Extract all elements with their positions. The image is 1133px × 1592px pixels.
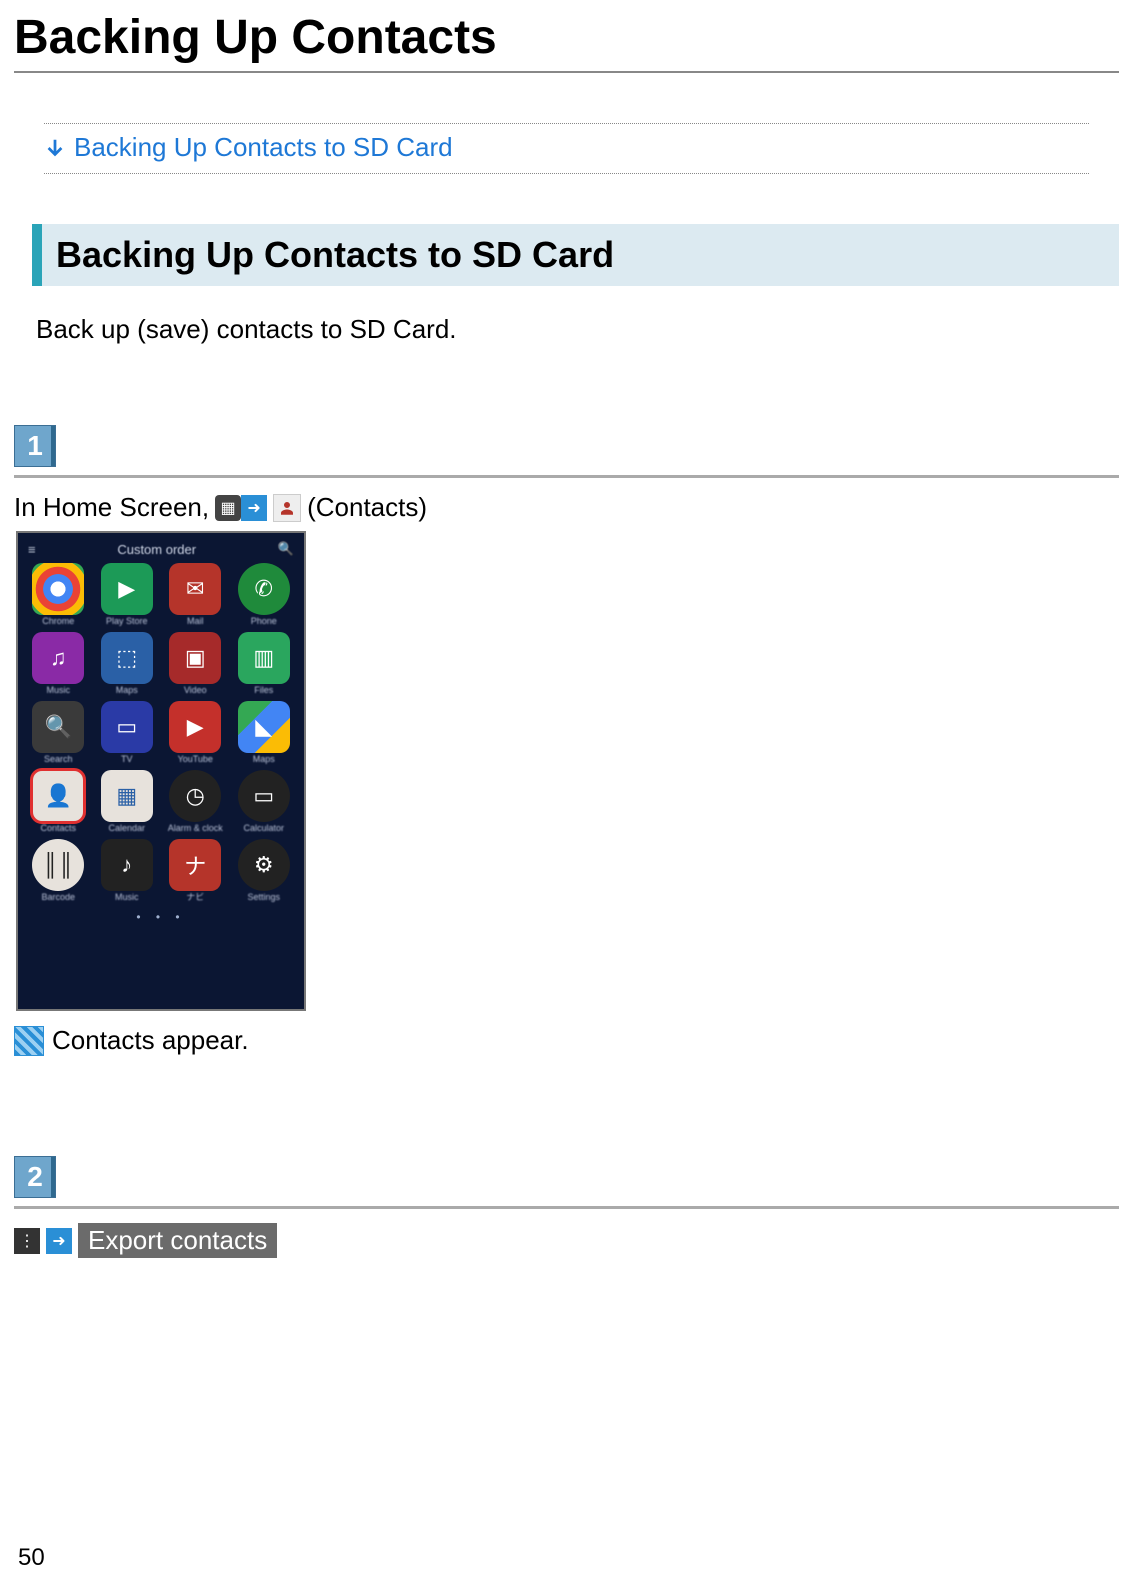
app-icon: ♫ — [32, 632, 84, 684]
app-label: Barcode — [41, 893, 75, 902]
toc-row: Backing Up Contacts to SD Card — [44, 123, 1089, 174]
app-icon: ▣ — [169, 632, 221, 684]
app-icon: ▦ — [101, 770, 153, 822]
app-files: ▥ Files — [232, 632, 297, 695]
app-label: Play Store — [106, 617, 148, 626]
page-indicator-dots: • • • — [24, 910, 298, 924]
app-label: Mail — [187, 617, 204, 626]
app-label: YouTube — [178, 755, 213, 764]
step-1-badge: 1 — [14, 425, 56, 467]
app-icon: ⚙ — [238, 839, 290, 891]
app-chrome: ◐ Chrome — [26, 563, 91, 626]
app-label: Files — [254, 686, 273, 695]
app-youtube: ▶ YouTube — [163, 701, 228, 764]
app-settings: ⚙ Settings — [232, 839, 297, 902]
toc-link-backing-up[interactable]: Backing Up Contacts to SD Card — [74, 132, 453, 163]
app-music: ♫ Music — [26, 632, 91, 695]
app-icon: ◷ — [169, 770, 221, 822]
app-icon: ⬚ — [101, 632, 153, 684]
app-label: Contacts — [40, 824, 76, 833]
app-label: Music — [115, 893, 139, 902]
app-label: Phone — [251, 617, 277, 626]
app-maps: ⬚ Maps — [95, 632, 160, 695]
app-label: Music — [46, 686, 70, 695]
app--: ナナビ — [163, 839, 228, 902]
step-1-result: Contacts appear. — [14, 1025, 1119, 1056]
step-1-result-text: Contacts appear. — [52, 1025, 249, 1056]
app-label: Maps — [116, 686, 138, 695]
app-label: Alarm & clock — [168, 824, 223, 833]
app-icon: ナ — [169, 839, 221, 891]
step-2-divider — [14, 1206, 1119, 1209]
app-icon: ♪ — [101, 839, 153, 891]
app-icon: ▭ — [101, 701, 153, 753]
app-icon: ◣ — [238, 701, 290, 753]
app-icon: ▥ — [238, 632, 290, 684]
step-2-badge: 2 — [14, 1156, 56, 1198]
app-icon: 🔍 — [32, 701, 84, 753]
app-icon: 👤 — [32, 770, 84, 822]
app-search: 🔍 Search — [26, 701, 91, 764]
app-music: ♪ Music — [95, 839, 160, 902]
app-calculator: ▭ Calculator — [232, 770, 297, 833]
step-1-divider — [14, 475, 1119, 478]
step-1-suffix: (Contacts) — [307, 492, 427, 523]
contacts-icon — [273, 494, 301, 522]
app-phone: ✆ Phone — [232, 563, 297, 626]
step-2-instruction: ⋮ ➜ Export contacts — [14, 1223, 1119, 1258]
app-label: ナビ — [186, 893, 204, 902]
section-intro: Back up (save) contacts to SD Card. — [36, 314, 1119, 345]
page-number: 50 — [18, 1544, 45, 1572]
result-marker-icon — [14, 1026, 44, 1056]
step-1-instruction: In Home Screen, ▦ ➜ (Contacts) — [14, 492, 1119, 523]
export-contacts-label: Export contacts — [78, 1223, 277, 1258]
screenshot-title: Custom order — [117, 542, 196, 557]
title-divider — [14, 71, 1119, 73]
app-contacts: 👤 Contacts — [26, 770, 91, 833]
apps-then-arrow-icon: ▦ ➜ — [215, 495, 267, 521]
page-title: Backing Up Contacts — [14, 10, 1119, 65]
app-icon: ▭ — [238, 770, 290, 822]
app-calendar: ▦ Calendar — [95, 770, 160, 833]
app-play-store: ▶ Play Store — [95, 563, 160, 626]
arrow-right-icon: ➜ — [241, 495, 267, 521]
app-icon: ✆ — [238, 563, 290, 615]
app-label: TV — [121, 755, 133, 764]
app-maps: ◣ Maps — [232, 701, 297, 764]
overflow-menu-icon: ⋮ — [14, 1228, 40, 1254]
app-mail: ✉ Mail — [163, 563, 228, 626]
app-video: ▣ Video — [163, 632, 228, 695]
app-icon: ║║ — [32, 839, 84, 891]
app-icon: ✉ — [169, 563, 221, 615]
step-1-prefix: In Home Screen, — [14, 492, 209, 523]
app-label: Settings — [247, 893, 280, 902]
section-heading: Backing Up Contacts to SD Card — [32, 224, 1119, 286]
down-arrow-icon — [44, 137, 66, 159]
app-label: Chrome — [42, 617, 74, 626]
screenshot-home-screen: ≡ Custom order 🔍 ◐ Chrome ▶ Play Store ✉ Mail… — [16, 531, 306, 1011]
app-icon: ▶ — [101, 563, 153, 615]
search-icon: 🔍 — [278, 541, 294, 557]
app-label: Calendar — [108, 824, 145, 833]
app-label: Video — [184, 686, 207, 695]
app-label: Maps — [253, 755, 275, 764]
app-label: Calculator — [243, 824, 284, 833]
app-tv: ▭ TV — [95, 701, 160, 764]
apps-grid-icon: ▦ — [215, 495, 241, 521]
arrow-right-icon: ➜ — [46, 1228, 72, 1254]
app-alarm-clock: ◷ Alarm & clock — [163, 770, 228, 833]
app-icon: ▶ — [169, 701, 221, 753]
app-label: Search — [44, 755, 73, 764]
app-icon: ◐ — [32, 563, 84, 615]
hamburger-icon: ≡ — [28, 542, 36, 557]
app-barcode: ║║ Barcode — [26, 839, 91, 902]
